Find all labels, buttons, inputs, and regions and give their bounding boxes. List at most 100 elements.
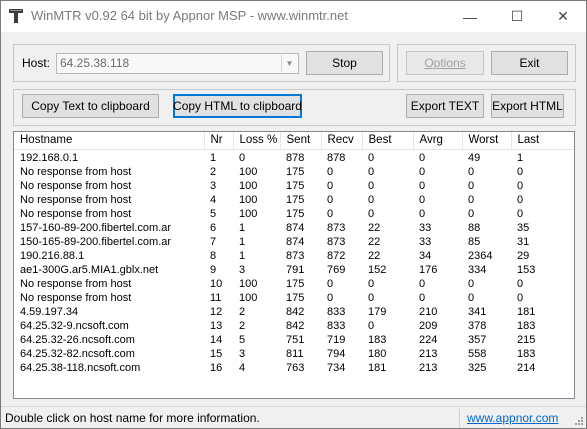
table-row[interactable]: 150-165-89-200.fibertel.com.ar 7 1 874 873 22… [14, 235, 574, 249]
table-cell: 11 [210, 291, 222, 304]
table-row[interactable]: 64.25.32-82.ncsoft.com 15 3 811 794 180 213 558… [14, 347, 574, 361]
host-combobox[interactable]: 64.25.38.118 ▼ [56, 53, 299, 74]
maximize-button[interactable]: ☐ [494, 1, 540, 32]
table-row[interactable]: 4.59.197.34 12 2 842 833 179 210 341 181 [14, 305, 574, 319]
column-header-best[interactable]: Best [362, 132, 414, 150]
table-row[interactable]: No response from host 11 100 175 0 0 0 0 0 [14, 291, 574, 305]
column-header-loss[interactable]: Loss % [233, 132, 281, 150]
column-header-hostname[interactable]: Hostname [14, 132, 205, 150]
table-cell: 833 [327, 319, 346, 332]
table-row[interactable]: 64.25.32-9.ncsoft.com 13 2 842 833 0 209 378 183 [14, 319, 574, 333]
table-cell: 873 [327, 235, 346, 248]
table-cell: 0 [419, 193, 426, 206]
table-row[interactable]: 157-160-89-200.fibertel.com.ar 6 1 874 873 22… [14, 221, 574, 235]
table-cell: 719 [327, 333, 346, 346]
table-row[interactable]: 190.216.88.1 8 1 873 872 22 34 2364 29 [14, 249, 574, 263]
table-cell: 183 [517, 319, 536, 332]
table-cell: 378 [468, 319, 487, 332]
table-cell: 183 [368, 333, 387, 346]
column-header-sent[interactable]: Sent [280, 132, 322, 150]
copy-html-button[interactable]: Copy HTML to clipboard [173, 94, 302, 118]
column-header-worst[interactable]: Worst [462, 132, 512, 150]
table-cell: 210 [419, 305, 438, 318]
table-row[interactable]: No response from host 3 100 175 0 0 0 0 0 [14, 179, 574, 193]
table-cell: 100 [239, 207, 258, 220]
table-cell: 157-160-89-200.fibertel.com.ar [20, 221, 172, 234]
table-cell: 734 [327, 361, 346, 374]
table-row[interactable]: ae1-300G.ar5.MIA1.gblx.net 9 3 791 769 152 176… [14, 263, 574, 277]
table-cell: 4 [239, 361, 246, 374]
table-cell: 325 [468, 361, 487, 374]
table-cell: 14 [210, 333, 223, 346]
table-cell: 763 [286, 361, 305, 374]
options-button-label: Options [424, 56, 466, 70]
title-bar[interactable]: WinMTR v0.92 64 bit by Appnor MSP - www.… [1, 1, 586, 32]
table-cell: 9 [210, 263, 217, 276]
chevron-down-icon[interactable]: ▼ [281, 55, 297, 72]
table-row[interactable]: 192.168.0.1 1 0 878 878 0 0 49 1 [14, 149, 574, 165]
table-row[interactable]: No response from host 5 100 175 0 0 0 0 0 [14, 207, 574, 221]
table-cell: 0 [468, 291, 475, 304]
table-row[interactable]: No response from host 4 100 175 0 0 0 0 0 [14, 193, 574, 207]
table-cell: 100 [239, 291, 258, 304]
close-button[interactable]: ✕ [540, 1, 586, 32]
table-cell: 0 [368, 207, 375, 220]
copy-text-button-label: Copy Text to clipboard [31, 99, 150, 113]
host-value: 64.25.38.118 [60, 56, 130, 70]
table-cell: 751 [286, 333, 305, 346]
table-cell: 0 [468, 179, 475, 192]
table-cell: 192.168.0.1 [20, 151, 79, 164]
table-row[interactable]: 64.25.38-118.ncsoft.com 16 4 763 734 181 213 32… [14, 361, 574, 375]
table-cell: 0 [419, 207, 426, 220]
table-cell: 1 [239, 221, 246, 234]
table-cell: No response from host [20, 291, 132, 304]
column-header-recv[interactable]: Recv [321, 132, 363, 150]
table-cell: 176 [419, 263, 438, 276]
export-html-button[interactable]: Export HTML [491, 94, 564, 118]
exit-button[interactable]: Exit [491, 51, 568, 75]
export-text-button[interactable]: Export TEXT [406, 94, 484, 118]
table-cell: 3 [239, 263, 246, 276]
table-cell: 791 [286, 263, 305, 276]
table-cell: 872 [327, 249, 346, 262]
table-cell: 0 [419, 179, 426, 192]
table-cell: 0 [368, 319, 375, 332]
table-cell: 0 [517, 193, 524, 206]
table-row[interactable]: 64.25.32-26.ncsoft.com 14 5 751 719 183 224 357… [14, 333, 574, 347]
options-button[interactable]: Options [406, 51, 484, 75]
table-row[interactable]: No response from host 10 100 175 0 0 0 0 0 [14, 277, 574, 291]
close-icon: ✕ [557, 8, 569, 24]
table-cell: 0 [419, 291, 426, 304]
stop-button[interactable]: Stop [306, 51, 383, 75]
table-cell: No response from host [20, 179, 132, 192]
table-cell: 16 [210, 361, 223, 374]
column-header-avrg[interactable]: Avrg [413, 132, 463, 150]
copy-text-button[interactable]: Copy Text to clipboard [22, 94, 159, 118]
table-cell: 0 [327, 277, 334, 290]
table-row[interactable]: No response from host 2 100 175 0 0 0 0 0 [14, 165, 574, 179]
table-cell: 153 [517, 263, 536, 276]
table-cell: 0 [327, 165, 334, 178]
table-cell: 0 [327, 193, 334, 206]
table-cell: 181 [517, 305, 536, 318]
table-cell: 878 [327, 151, 346, 164]
column-header-last[interactable]: Last [511, 132, 574, 150]
results-table[interactable]: Hostname Nr Loss % Sent Recv Best Avrg Worst Las… [13, 131, 575, 399]
table-cell: 2364 [468, 249, 493, 262]
table-cell: 33 [419, 221, 432, 234]
table-cell: 0 [419, 151, 426, 164]
table-cell: 31 [517, 235, 530, 248]
table-cell: 769 [327, 263, 346, 276]
table-cell: 3 [239, 347, 246, 360]
minimize-button[interactable]: — [447, 1, 493, 32]
table-cell: 842 [286, 319, 305, 332]
table-cell: 22 [368, 249, 381, 262]
column-header-nr[interactable]: Nr [204, 132, 234, 150]
table-cell: 224 [419, 333, 438, 346]
appnor-link[interactable]: www.appnor.com [467, 411, 558, 425]
table-cell: 100 [239, 193, 258, 206]
table-cell: 22 [368, 235, 381, 248]
resize-grip-icon[interactable] [574, 416, 584, 426]
table-cell: 811 [286, 347, 304, 360]
table-cell: 33 [419, 235, 432, 248]
